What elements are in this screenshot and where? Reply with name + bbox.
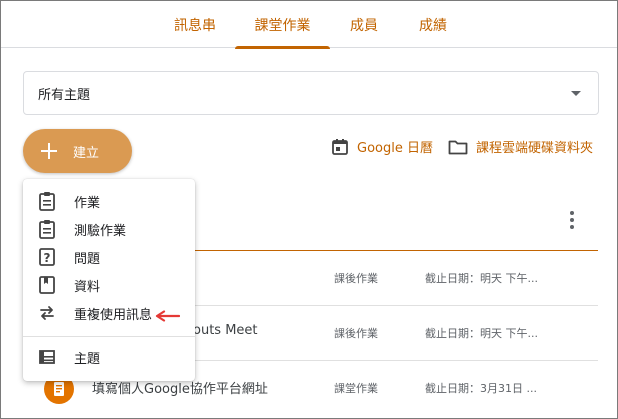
topic-filter-select[interactable]: 所有主題 (23, 71, 599, 115)
menu-item-quiz-assignment[interactable]: 測驗作業 (23, 215, 195, 243)
dropdown-caret-icon (571, 91, 581, 96)
menu-divider (23, 336, 195, 337)
classroom-window: 訊息串 課堂作業 成員 成績 所有主題 建立 Google 日曆 課程雲端硬碟資… (0, 0, 618, 419)
menu-item-material[interactable]: 資料 (23, 271, 195, 299)
list-item-category: 課堂作業 (334, 382, 378, 395)
menu-item-label: 問題 (74, 251, 101, 267)
list-item-due: 截止日期：明天 下午... (425, 327, 538, 340)
drive-folder-link[interactable]: 課程雲端硬碟資料夾 (448, 137, 593, 156)
tab-grades-label: 成績 (419, 17, 447, 34)
assignment-icon (39, 192, 55, 211)
google-calendar-label: Google 日曆 (357, 141, 433, 156)
tab-people-label: 成員 (350, 17, 378, 34)
list-item-category: 課後作業 (334, 327, 378, 340)
menu-item-label: 測驗作業 (74, 223, 127, 239)
tab-classwork-label: 課堂作業 (254, 17, 311, 34)
list-item-due: 截止日期：3月31日 ... (425, 382, 537, 395)
svg-text:?: ? (44, 251, 51, 265)
tab-bar: 訊息串 課堂作業 成員 成績 (1, 1, 617, 49)
list-item-title: outs Meet (193, 323, 258, 338)
quiz-assignment-icon (39, 220, 55, 239)
menu-item-label: 作業 (74, 195, 101, 211)
create-menu: 作業 測驗作業 ? 問題 資料 重複使用訊息 主題 (23, 179, 195, 381)
menu-item-label: 資料 (74, 279, 101, 295)
tab-stream[interactable]: 訊息串 (161, 1, 229, 48)
tab-grades[interactable]: 成績 (405, 1, 461, 48)
reuse-post-icon (40, 306, 54, 320)
google-calendar-link[interactable]: Google 日曆 (331, 137, 433, 156)
annotation-arrow-icon (155, 310, 180, 322)
active-tab-indicator (235, 46, 330, 49)
tab-people[interactable]: 成員 (337, 1, 391, 48)
topic-icon (39, 350, 55, 364)
list-item-due: 截止日期：明天 下午... (425, 272, 538, 285)
question-icon: ? (39, 248, 55, 266)
menu-item-assignment[interactable]: 作業 (23, 187, 195, 215)
menu-item-label: 重複使用訊息 (74, 307, 153, 323)
tab-classwork[interactable]: 課堂作業 (235, 1, 330, 49)
create-button-label: 建立 (73, 146, 100, 161)
more-options-icon[interactable] (567, 211, 577, 229)
menu-item-question[interactable]: ? 問題 (23, 243, 195, 271)
folder-icon (448, 140, 468, 154)
list-item-category: 課後作業 (334, 272, 378, 285)
menu-item-topic[interactable]: 主題 (23, 343, 195, 371)
plus-icon (41, 143, 57, 159)
material-icon (39, 276, 55, 294)
create-button[interactable]: 建立 (23, 129, 132, 173)
drive-folder-label: 課程雲端硬碟資料夾 (476, 141, 594, 156)
calendar-icon (332, 138, 348, 155)
tab-stream-label: 訊息串 (174, 17, 216, 34)
topic-filter-value: 所有主題 (38, 87, 91, 103)
menu-item-label: 主題 (74, 351, 101, 367)
